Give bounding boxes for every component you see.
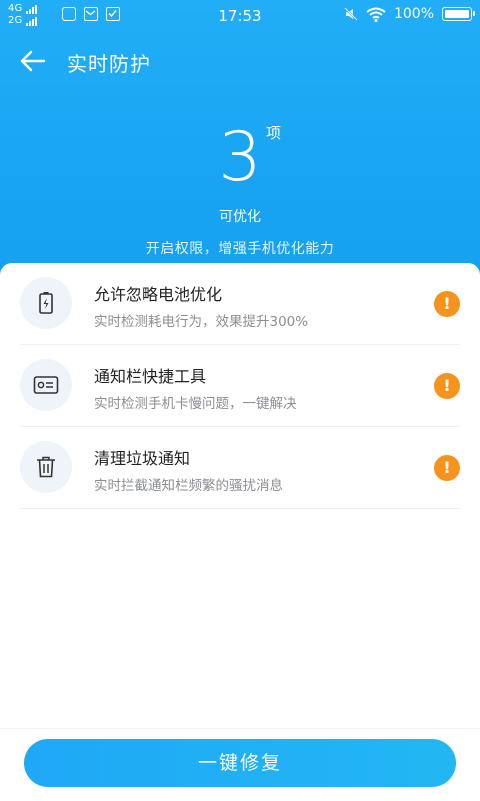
- one-click-fix-button[interactable]: 一键修复: [24, 739, 456, 787]
- wifi-icon: [366, 7, 386, 22]
- battery-percent: 100%: [393, 6, 434, 22]
- status-bar: 4G 2G 17:53 100%: [0, 0, 480, 32]
- mute-icon: [344, 7, 358, 21]
- bottom-action-bar: 一键修复: [0, 728, 480, 801]
- id-card-icon: [20, 359, 72, 411]
- app-bar: 实时防护: [0, 38, 480, 84]
- back-button[interactable]: [18, 47, 48, 75]
- battery-charging-icon: [20, 277, 72, 329]
- battery-icon: [442, 7, 475, 21]
- item-description: 实时检测耗电行为，效果提升300%: [94, 314, 309, 330]
- count-label: 可优化: [219, 209, 261, 225]
- warning-icon: !: [434, 455, 460, 481]
- count-number: 3: [218, 118, 262, 197]
- warning-icon: !: [434, 373, 460, 399]
- count-unit: 项: [266, 124, 282, 142]
- page-title: 实时防护: [67, 52, 151, 76]
- optimizable-count: 3 项: [0, 118, 480, 198]
- list-item-notification-tools[interactable]: 通知栏快捷工具 实时检测手机卡慢问题，一键解决 !: [20, 345, 460, 427]
- warning-icon: !: [434, 291, 460, 317]
- trash-icon: [20, 441, 72, 493]
- item-title: 清理垃圾通知: [94, 449, 191, 468]
- arrow-left-icon: [20, 50, 46, 72]
- item-description: 实时拦截通知栏频繁的骚扰消息: [94, 478, 283, 494]
- optimization-list: 允许忽略电池优化 实时检测耗电行为，效果提升300% ! 通知栏快捷工具 实时检…: [0, 263, 480, 728]
- permission-hint: 开启权限，增强手机优化能力: [145, 241, 335, 257]
- list-item-clean-notifications[interactable]: 清理垃圾通知 实时拦截通知栏频繁的骚扰消息 !: [20, 427, 460, 509]
- item-description: 实时检测手机卡慢问题，一键解决: [94, 396, 297, 412]
- list-item-battery-optimization[interactable]: 允许忽略电池优化 实时检测耗电行为，效果提升300% !: [20, 263, 460, 345]
- item-title: 通知栏快捷工具: [94, 367, 207, 386]
- item-title: 允许忽略电池优化: [94, 285, 223, 304]
